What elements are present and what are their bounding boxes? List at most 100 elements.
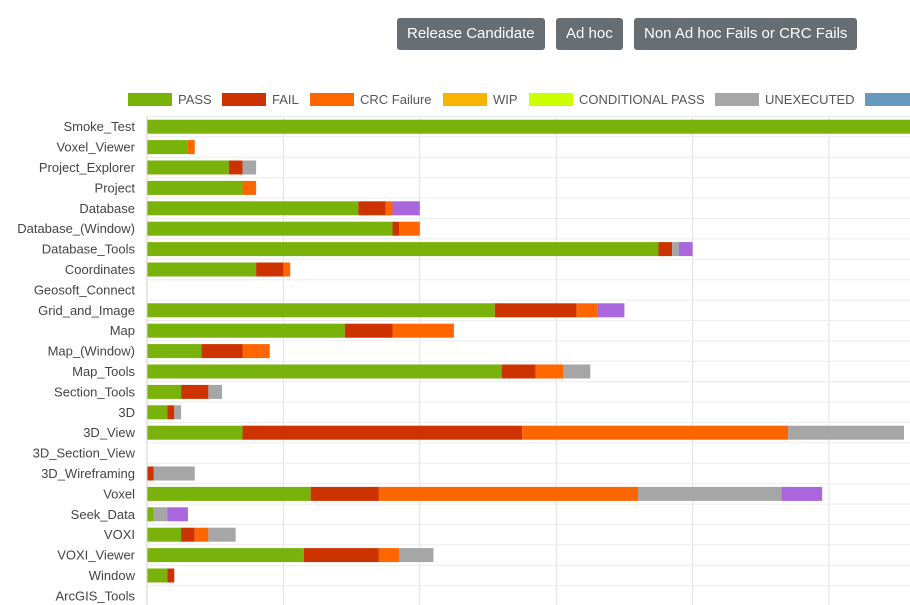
bar-segment (344, 323, 393, 338)
bar-segment (147, 119, 910, 134)
category-label: Project_Explorer (39, 160, 136, 175)
bar-segment (147, 548, 304, 563)
legend-swatch (310, 93, 354, 106)
bar-segment (399, 221, 420, 236)
legend-swatch (865, 93, 910, 106)
legend-swatch (222, 93, 266, 106)
stacked-bar-chart: Smoke_Test Voxel_Viewer Project_Explorer Pr… (17, 92, 910, 605)
bar-segment (242, 344, 270, 359)
category-label: Database (79, 201, 135, 216)
bar-segment (147, 527, 182, 542)
bar-segment (392, 323, 454, 338)
category-label: Smoke_Test (63, 119, 135, 134)
bar-segment (147, 140, 188, 155)
bar-segment (153, 507, 168, 522)
category-label: Database_(Window) (17, 221, 135, 236)
bar-segment (167, 568, 175, 583)
bar-segment (147, 344, 202, 359)
category-label: Section_Tools (54, 384, 135, 399)
bar-segment (597, 303, 625, 318)
legend-label: UNEXECUTED (765, 92, 855, 107)
legend-label: CONDITIONAL PASS (579, 92, 705, 107)
bar-segment (501, 364, 536, 379)
legend-swatch (529, 93, 573, 106)
bar-segment (147, 201, 359, 216)
category-label: Map (110, 323, 135, 338)
bar-segment (672, 242, 679, 257)
bar-segment (563, 364, 591, 379)
bar-segment (181, 384, 209, 399)
bar-segment (153, 466, 195, 481)
category-label: Database_Tools (42, 242, 136, 257)
bar-segment (167, 405, 175, 420)
bar-segment (242, 160, 257, 175)
bar-segment (147, 405, 168, 420)
bar-segment (147, 364, 502, 379)
bar-segment (788, 425, 905, 440)
legend-swatch (443, 93, 487, 106)
bar-segment (378, 548, 400, 563)
bar-segment (228, 160, 243, 175)
category-label: Window (89, 568, 136, 583)
bar-segment (399, 548, 434, 563)
bar-segment (187, 140, 195, 155)
bar-segment (181, 527, 195, 542)
category-label: 3D (118, 405, 135, 420)
category-label: Geosoft_Connect (34, 282, 136, 297)
bar-segment (378, 486, 639, 501)
legend-label: PASS (178, 92, 212, 107)
bar-segment (147, 242, 659, 257)
category-label: Coordinates (65, 262, 136, 277)
bar-segment (576, 303, 598, 318)
category-label: 3D_Section_View (33, 446, 136, 461)
bar-segment (208, 527, 236, 542)
category-label: VOXI (104, 527, 135, 542)
bar-segment (658, 242, 673, 257)
bar-segment (781, 486, 823, 501)
bar-segment (201, 344, 243, 359)
bar-segment (242, 180, 257, 195)
category-label: Seek_Data (71, 507, 136, 522)
bar-segment (678, 242, 693, 257)
bar-segment (147, 486, 311, 501)
bar-segment (494, 303, 577, 318)
bar-segment (147, 323, 345, 338)
category-label: VOXI_Viewer (57, 548, 135, 563)
category-label: Voxel_Viewer (56, 140, 135, 155)
bar-segment (522, 425, 789, 440)
category-label: 3D_View (83, 425, 135, 440)
category-label: Grid_and_Image (38, 303, 135, 318)
bar-segment (147, 425, 243, 440)
bar-segment (283, 262, 291, 277)
bar-segment (147, 262, 257, 277)
legend-label: FAIL (272, 92, 299, 107)
category-label: Map_Tools (72, 364, 135, 379)
bar-segment (392, 201, 420, 216)
category-label: 3D_Wireframing (41, 466, 135, 481)
bar-segment (392, 221, 400, 236)
legend-label: CRC Failure (360, 92, 432, 107)
category-label: ArcGIS_Tools (56, 588, 136, 603)
bar-segment (174, 405, 182, 420)
bar-segment (147, 466, 154, 481)
legend-label: WIP (493, 92, 518, 107)
bar-segment (147, 180, 243, 195)
bar-segment (167, 507, 188, 522)
bar-segment (147, 221, 393, 236)
bar-segment (242, 425, 523, 440)
bar-segment (358, 201, 386, 216)
bar-segment (147, 303, 495, 318)
bar-segment (638, 486, 782, 501)
bar-segment (385, 201, 393, 216)
category-label: Project (95, 180, 136, 195)
bar-segment (194, 527, 209, 542)
bar-segment (303, 548, 379, 563)
category-label: Voxel (103, 486, 135, 501)
bar-segment (535, 364, 564, 379)
bar-segment (147, 507, 154, 522)
bar-segment (256, 262, 284, 277)
bar-segment (147, 160, 229, 175)
bar-segment (147, 384, 182, 399)
bar-segment (147, 568, 168, 583)
legend-swatch (715, 93, 759, 106)
